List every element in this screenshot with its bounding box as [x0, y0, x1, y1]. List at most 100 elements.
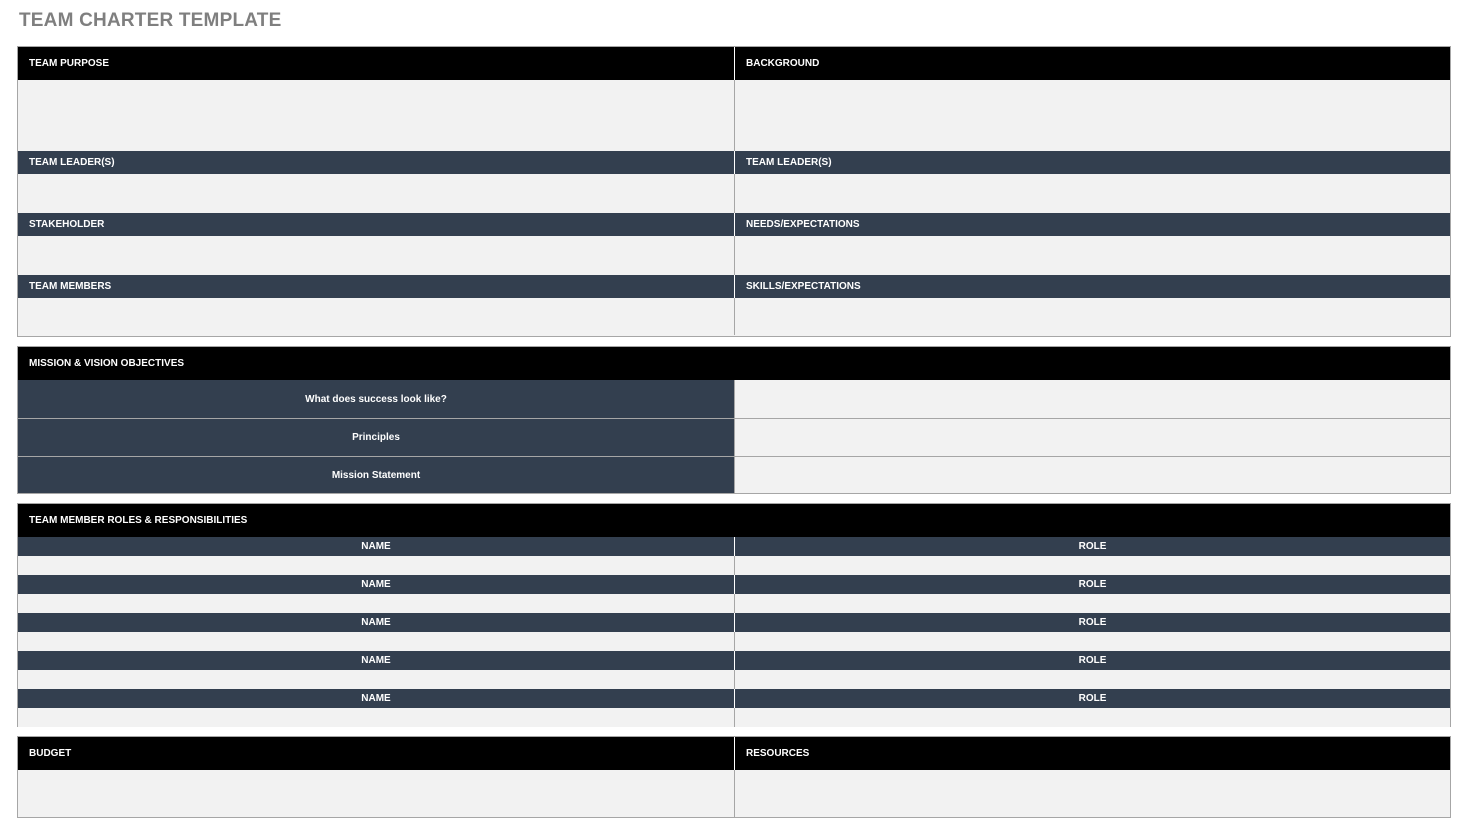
team-purpose-body-row: [18, 80, 1450, 151]
mission-vision-header: MISSION & VISION OBJECTIVES: [18, 347, 1450, 380]
name-label: NAME: [361, 693, 391, 704]
role-field[interactable]: [734, 632, 1450, 651]
budget-resources-header-row: BUDGET RESOURCES: [18, 737, 1450, 770]
budget-field[interactable]: [18, 770, 734, 817]
roles-header-row: TEAM MEMBER ROLES & RESPONSIBILITIES: [18, 504, 1450, 537]
needs-expectations-field[interactable]: [734, 236, 1450, 275]
needs-expectations-label: NEEDS/EXPECTATIONS: [746, 219, 860, 230]
resources-label: RESOURCES: [746, 748, 810, 759]
team-purpose-field[interactable]: [18, 80, 734, 151]
role-field[interactable]: [734, 556, 1450, 575]
principles-row: Principles: [18, 418, 1450, 456]
roles-section: TEAM MEMBER ROLES & RESPONSIBILITIES NAM…: [17, 503, 1451, 727]
name-field[interactable]: [18, 594, 734, 613]
role-label: ROLE: [1078, 541, 1107, 552]
team-members-label: TEAM MEMBERS: [29, 281, 112, 292]
name-field[interactable]: [18, 708, 734, 727]
role-header: ROLE: [734, 689, 1450, 708]
success-row: What does success look like?: [18, 380, 1450, 418]
principles-label: Principles: [352, 432, 400, 443]
skills-expectations-label: SKILLS/EXPECTATIONS: [746, 281, 861, 292]
budget-resources-section: BUDGET RESOURCES: [17, 736, 1451, 818]
background-field[interactable]: [734, 80, 1450, 151]
team-leaders-header-right: TEAM LEADER(S): [734, 151, 1450, 174]
role-header: ROLE: [734, 613, 1450, 632]
name-label: NAME: [361, 541, 391, 552]
roles-row-body: [18, 670, 1450, 689]
roles-header: TEAM MEMBER ROLES & RESPONSIBILITIES: [18, 504, 1450, 537]
mission-statement-label: Mission Statement: [331, 469, 421, 481]
team-purpose-header-row: TEAM PURPOSE BACKGROUND: [18, 47, 1450, 80]
role-label: ROLE: [1078, 579, 1107, 590]
team-leaders-field-left[interactable]: [18, 174, 734, 213]
team-leaders-label-left: TEAM LEADER(S): [29, 157, 115, 168]
budget-resources-body-row: [18, 770, 1450, 817]
stakeholder-label: STAKEHOLDER: [29, 219, 105, 230]
role-header: ROLE: [734, 651, 1450, 670]
resources-field[interactable]: [734, 770, 1450, 817]
team-members-body-row: [18, 298, 1450, 335]
team-members-field[interactable]: [18, 298, 734, 335]
name-field[interactable]: [18, 632, 734, 651]
name-label: NAME: [361, 617, 391, 628]
role-field[interactable]: [734, 670, 1450, 689]
stakeholder-header-row: STAKEHOLDER NEEDS/EXPECTATIONS: [18, 213, 1450, 236]
mission-statement-row: Mission Statement: [18, 456, 1450, 493]
stakeholder-header: STAKEHOLDER: [18, 213, 734, 236]
roles-row-header: NAME ROLE: [18, 575, 1450, 594]
skills-expectations-field[interactable]: [734, 298, 1450, 335]
roles-row-header: NAME ROLE: [18, 537, 1450, 556]
team-members-header: TEAM MEMBERS: [18, 275, 734, 298]
name-label: NAME: [361, 655, 391, 666]
name-header: NAME: [18, 651, 734, 670]
principles-field[interactable]: [734, 419, 1450, 456]
name-label: NAME: [361, 579, 391, 590]
background-header: BACKGROUND: [734, 47, 1450, 80]
role-header: ROLE: [734, 575, 1450, 594]
role-field[interactable]: [734, 708, 1450, 727]
role-label: ROLE: [1078, 655, 1107, 666]
team-leaders-body-row: [18, 174, 1450, 213]
team-leaders-label-right: TEAM LEADER(S): [746, 157, 832, 168]
team-purpose-header: TEAM PURPOSE: [18, 47, 734, 80]
roles-row-body: [18, 556, 1450, 575]
team-members-header-row: TEAM MEMBERS SKILLS/EXPECTATIONS: [18, 275, 1450, 298]
success-field[interactable]: [734, 380, 1450, 418]
mission-statement-field[interactable]: [734, 457, 1450, 493]
team-leaders-header-left: TEAM LEADER(S): [18, 151, 734, 174]
team-purpose-label: TEAM PURPOSE: [29, 58, 110, 69]
team-purpose-section: TEAM PURPOSE BACKGROUND TEAM LEADER(S) T…: [17, 46, 1451, 337]
mission-vision-section: MISSION & VISION OBJECTIVES What does su…: [17, 346, 1451, 494]
roles-row-header: NAME ROLE: [18, 689, 1450, 708]
roles-row-header: NAME ROLE: [18, 613, 1450, 632]
mission-vision-label: MISSION & VISION OBJECTIVES: [29, 358, 185, 369]
principles-label-cell: Principles: [18, 419, 734, 456]
page-title: TEAM CHARTER TEMPLATE: [19, 10, 282, 31]
roles-row-header: NAME ROLE: [18, 651, 1450, 670]
mission-statement-label-cell: Mission Statement: [18, 457, 734, 493]
team-leaders-field-right[interactable]: [734, 174, 1450, 213]
success-label: What does success look like?: [305, 393, 447, 405]
needs-expectations-header: NEEDS/EXPECTATIONS: [734, 213, 1450, 236]
resources-header: RESOURCES: [734, 737, 1450, 770]
budget-header: BUDGET: [18, 737, 734, 770]
role-label: ROLE: [1078, 693, 1107, 704]
roles-row-body: [18, 632, 1450, 651]
name-header: NAME: [18, 575, 734, 594]
name-header: NAME: [18, 689, 734, 708]
roles-row-body: [18, 594, 1450, 613]
name-header: NAME: [18, 537, 734, 556]
background-label: BACKGROUND: [746, 58, 820, 69]
mission-vision-header-row: MISSION & VISION OBJECTIVES: [18, 347, 1450, 380]
name-field[interactable]: [18, 556, 734, 575]
role-field[interactable]: [734, 594, 1450, 613]
role-header: ROLE: [734, 537, 1450, 556]
roles-row-body: [18, 708, 1450, 727]
budget-label: BUDGET: [29, 748, 72, 759]
stakeholder-body-row: [18, 236, 1450, 275]
stakeholder-field[interactable]: [18, 236, 734, 275]
skills-expectations-header: SKILLS/EXPECTATIONS: [734, 275, 1450, 298]
name-field[interactable]: [18, 670, 734, 689]
name-header: NAME: [18, 613, 734, 632]
team-leaders-header-row: TEAM LEADER(S) TEAM LEADER(S): [18, 151, 1450, 174]
